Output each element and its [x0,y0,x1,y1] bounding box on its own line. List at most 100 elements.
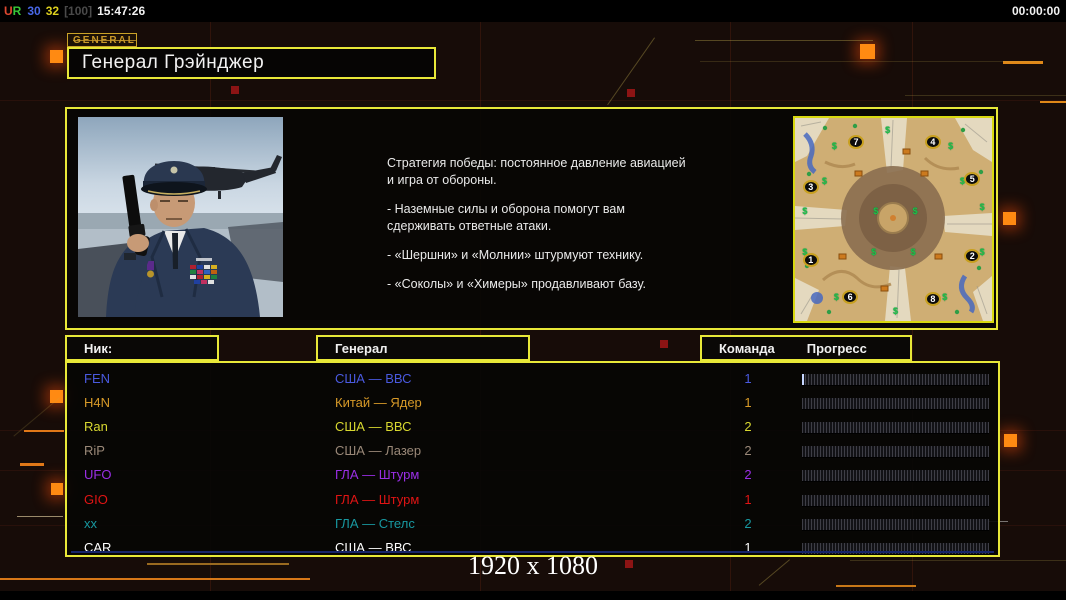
load-progress-bar [802,518,989,531]
player-team: 2 [744,515,752,531]
money-icon: $ [979,202,985,213]
load-progress-bar [802,398,989,411]
decor-line [700,61,1040,62]
decor-line [20,463,44,466]
table-row: RiP США — Лазер 2 [67,440,998,464]
top-status-bar: UR 30 32 [100] 15:47:26 00:00:00 [0,0,1066,22]
decor-orange-square [1004,434,1017,447]
player-nick: RiP [84,443,105,459]
strategy-paragraph: - Наземные силы и оборона помогут вам сд… [387,202,625,233]
load-progress-bar [802,422,989,435]
general-tag: GENERAL [67,33,137,47]
player-nick: Ran [84,419,108,435]
general-title: Генерал Грэйнджер [82,52,265,73]
decor-line [836,585,916,587]
money-icon: $ [802,206,808,217]
player-team: 1 [744,395,752,411]
strategy-paragraph: Стратегия победы: постоянное давление ав… [387,156,686,187]
load-progress-bar [802,470,989,483]
load-progress-bar [802,374,989,386]
purple-heart-medal [147,261,154,278]
spawn-point-2: 2 [964,249,981,264]
player-nick: H4N [84,395,111,411]
player-nick: xx [84,515,97,531]
table-row: xx ГЛА — Стелс 2 [67,513,998,537]
player-general: ГЛА — Штурм [335,467,420,483]
status-item: 30 [27,4,41,18]
table-row: FEN США — ВВС 1 [67,368,998,392]
decor-line [695,40,873,41]
money-icon: $ [892,305,898,316]
player-nick: FEN [84,371,110,386]
player-team: 2 [744,419,752,435]
spawn-point-3: 3 [802,180,819,195]
load-progress-bar [802,446,989,459]
players-table: FEN США — ВВС 1 H4N Китай — Ядер 1 Ran США — ВВ… [65,361,1000,557]
status-item: U [4,4,13,18]
decor-orange-square [860,44,875,59]
player-general: США — Лазер [335,443,422,459]
decor-red-square [627,89,635,97]
decor-line [905,95,1066,96]
header-nick: Ник: [65,335,219,361]
grid-line [0,100,1066,101]
decor-line [17,516,63,517]
decor-orange-square [50,390,63,403]
table-row: H4N Китай — Ядер 1 [67,392,998,416]
money-icon: $ [910,246,916,257]
table-row: UFO ГЛА — Штурм 2 [67,464,998,488]
player-nick: GIO [84,491,108,507]
money-icon: $ [912,206,918,217]
decor-line [1040,101,1066,103]
minimap: $ $ $ $ $ $ $ $ $ $ $ $ $ $ $ $1 2 3 4 5 6 7 8 [793,116,994,323]
money-icon: $ [948,141,954,152]
table-row: GIO ГЛА — Штурм 1 [67,489,998,513]
bottom-letterbox-bar [0,591,1066,600]
status-item: [100] [64,4,93,18]
strategy-paragraph: - «Соколы» и «Химеры» продавливают базу. [387,277,646,291]
general-portrait [78,117,283,317]
load-progress-bar [802,494,989,507]
decor-orange-square [51,483,63,495]
game-timer: 00:00:00 [1011,4,1060,18]
status-item: 32 [45,4,60,18]
money-icon: $ [942,291,948,302]
table-row: Ran США — ВВС 2 [67,416,998,440]
spawn-point-5: 5 [964,171,981,186]
money-icon: $ [822,175,828,186]
money-icon: $ [979,246,985,257]
briefing-panel: Стратегия победы: постоянное давление ав… [65,107,998,330]
spawn-point-4: 4 [924,135,941,150]
strategy-text: Стратегия победы: постоянное давление ав… [387,155,727,305]
player-general: США — ВВС [335,371,412,386]
decor-red-square [660,340,668,348]
strategy-paragraph: - «Шершни» и «Молнии» штурмуют технику. [387,248,644,262]
player-general: США — ВВС [335,419,412,435]
spawn-point-7: 7 [848,135,865,150]
player-team: 1 [744,371,752,386]
header-general: Генерал [316,335,530,361]
money-icon: $ [885,125,891,136]
money-icon: $ [833,291,839,302]
money-icon: $ [871,246,877,257]
render-stats: UR 30 32 [100] 15:47:26 [4,4,150,18]
spawn-point-8: 8 [924,291,941,306]
player-general: Китай — Ядер [335,395,422,411]
decor-line [24,430,64,432]
player-team: 2 [744,467,752,483]
decor-orange-square [50,50,63,63]
decor-red-square [231,86,239,94]
player-general: ГЛА — Штурм [335,491,420,507]
status-item: R [12,4,22,18]
spawn-point-1: 1 [802,253,819,268]
player-team: 2 [744,443,752,459]
player-general: ГЛА — Стелс [335,515,415,531]
resolution-label: 1920 x 1080 [468,551,598,580]
header-team-progress: Команда Прогресс [700,335,912,361]
spawn-point-6: 6 [842,289,859,304]
player-team: 1 [744,491,752,507]
minimap-markers: $ $ $ $ $ $ $ $ $ $ $ $ $ $ $ $1 2 3 4 5 6 7 8 [795,118,992,321]
decor-orange-square [1003,212,1016,225]
money-icon: $ [873,206,879,217]
general-title-box: Генерал Грэйнджер [67,47,436,79]
